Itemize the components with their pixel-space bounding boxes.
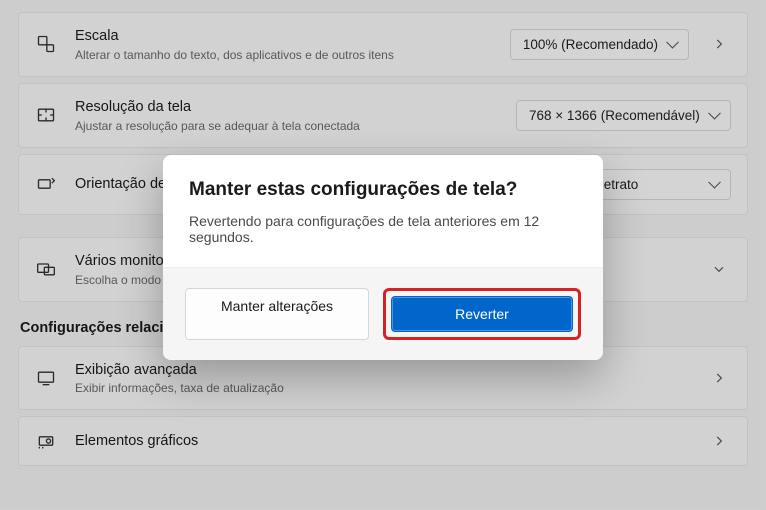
dialog-message: Revertendo para configurações de tela an… [189,213,577,245]
dialog-footer: Manter alterações Reverter [163,267,603,360]
revert-highlight: Reverter [383,288,581,340]
revert-button[interactable]: Reverter [391,296,573,332]
dialog-title: Manter estas configurações de tela? [189,179,577,201]
keep-changes-button[interactable]: Manter alterações [185,288,369,340]
keep-settings-dialog: Manter estas configurações de tela? Reve… [163,155,603,360]
